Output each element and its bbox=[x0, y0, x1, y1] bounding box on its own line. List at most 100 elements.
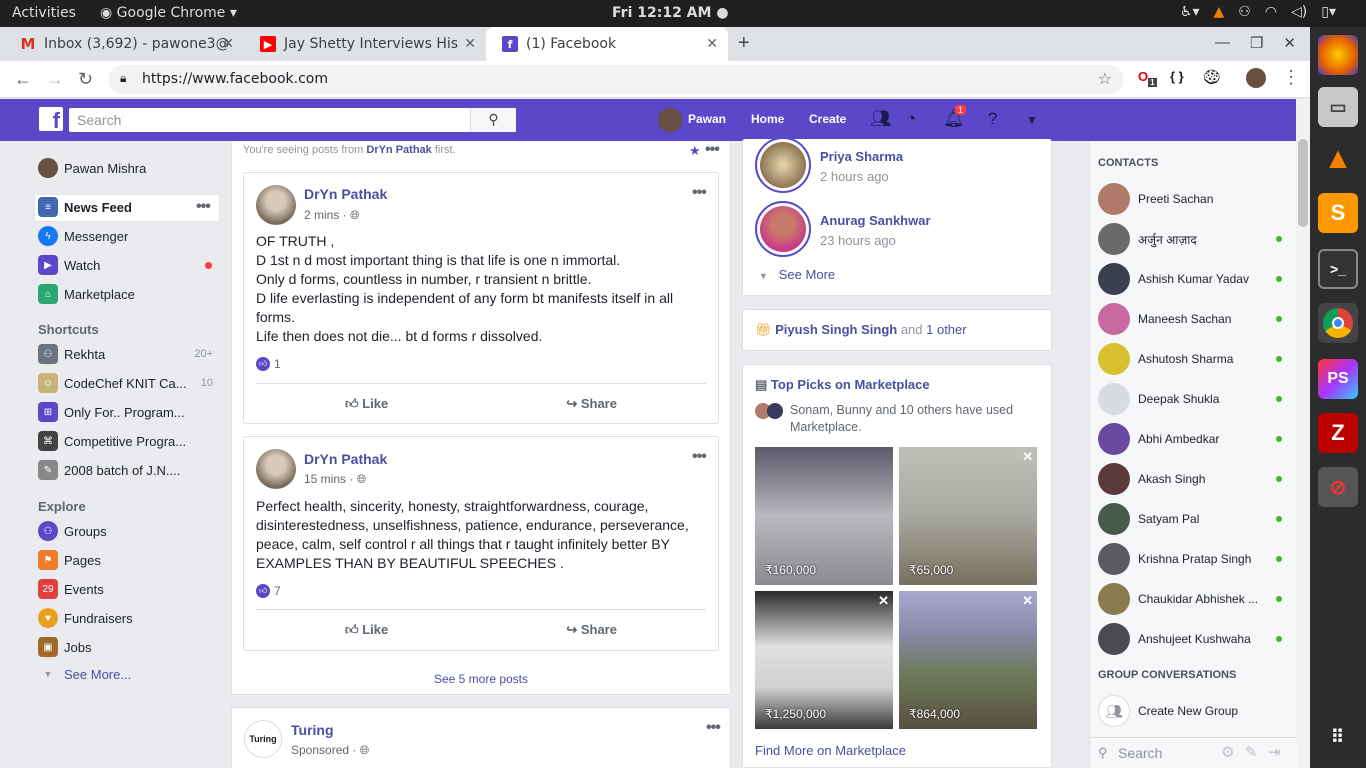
opera-ext-icon[interactable]: O1 bbox=[1138, 69, 1157, 87]
activities-button[interactable]: Activities bbox=[12, 5, 76, 21]
create-group-button[interactable]: 👥︎ Create New Group bbox=[1098, 695, 1288, 727]
system-tray[interactable]: ♿▾ ▲ ⚇ ◠ ◁) ▯▾ bbox=[1180, 4, 1336, 20]
marketplace-item[interactable]: ✕ ₹1,250,000 bbox=[755, 591, 893, 729]
contact-item[interactable]: Satyam Pal bbox=[1098, 503, 1288, 535]
new-tab-button[interactable]: + bbox=[738, 32, 750, 55]
reaction-count[interactable]: 👍︎ 7 bbox=[256, 584, 281, 598]
clock[interactable]: Fri 12:12 AM ● bbox=[612, 5, 729, 21]
like-button[interactable]: 👍︎ Like bbox=[345, 622, 388, 649]
post-author[interactable]: DrYn Pathak bbox=[304, 186, 387, 202]
see-more-posts-link[interactable]: See 5 more posts bbox=[231, 672, 731, 686]
messenger-icon[interactable]: ◔ bbox=[906, 109, 916, 129]
contact-item[interactable]: Maneesh Sachan bbox=[1098, 303, 1288, 335]
post-timestamp[interactable]: 2 mins · 🌐︎ bbox=[304, 208, 360, 223]
notice-name[interactable]: DrYn Pathak bbox=[366, 144, 431, 156]
account-menu-icon[interactable]: ▼ bbox=[1026, 113, 1038, 127]
contact-item[interactable]: Abhi Ambedkar bbox=[1098, 423, 1288, 455]
app-menu[interactable]: ◉ Google Chrome ▾ bbox=[100, 5, 237, 21]
chrome-dock-icon[interactable] bbox=[1318, 303, 1358, 343]
sublime-icon[interactable]: S bbox=[1318, 193, 1358, 233]
compose-icon[interactable]: ✎ bbox=[1245, 743, 1258, 761]
firefox-icon[interactable] bbox=[1318, 35, 1358, 75]
contact-item[interactable]: Krishna Pratap Singh bbox=[1098, 543, 1288, 575]
sidebar-profile[interactable]: Pawan Mishra bbox=[38, 157, 146, 179]
tab-facebook[interactable]: f (1) Facebook ✕ bbox=[486, 27, 728, 61]
birthday-notice[interactable]: 🎁︎ Piyush Singh Singh and 1 other bbox=[755, 322, 967, 338]
accessibility-icon[interactable]: ♿▾ bbox=[1180, 4, 1200, 20]
stories-see-more[interactable]: ▼ See More bbox=[759, 267, 835, 282]
story-author[interactable]: Priya Sharma bbox=[820, 149, 903, 164]
bookmark-star-icon[interactable]: ☆ bbox=[1098, 69, 1112, 88]
dismiss-icon[interactable]: ✕ bbox=[1022, 449, 1033, 465]
search-icon[interactable]: ⚲ bbox=[470, 108, 516, 132]
chrome-menu-icon[interactable]: ⋮ bbox=[1282, 67, 1300, 88]
story-ring[interactable] bbox=[755, 137, 811, 193]
profile-avatar[interactable] bbox=[1246, 68, 1266, 88]
settings-icon[interactable]: ⚙ bbox=[1221, 743, 1234, 761]
contact-item[interactable]: अर्जुन आज़ाद bbox=[1098, 223, 1288, 255]
story-author[interactable]: Anurag Sankhwar bbox=[820, 213, 931, 228]
shortcut-only-for-programmers[interactable]: ⊞ Only For.. Program... bbox=[38, 401, 185, 423]
page-scrollbar[interactable] bbox=[1296, 99, 1310, 768]
close-tab-icon[interactable]: ✕ bbox=[706, 36, 718, 52]
facebook-logo[interactable]: f bbox=[39, 107, 63, 133]
create-link[interactable]: Create bbox=[809, 112, 846, 126]
sponsor-name[interactable]: Turing bbox=[291, 722, 334, 738]
tab-gmail[interactable]: M Inbox (3,692) - pawone3@ ✕ bbox=[4, 27, 244, 61]
user-avatar[interactable] bbox=[658, 108, 682, 132]
address-bar[interactable]: 🔒︎ https://www.facebook.com ☆ bbox=[108, 65, 1124, 94]
marketplace-item[interactable]: ₹160,000 bbox=[755, 447, 893, 585]
profile-link[interactable]: Pawan bbox=[688, 112, 726, 126]
shortcut-competitive-programming[interactable]: ⌘ Competitive Progra... bbox=[38, 430, 186, 452]
wifi-icon[interactable]: ◠ bbox=[1265, 4, 1277, 20]
more-options-icon[interactable]: ••• bbox=[705, 141, 720, 159]
marketplace-title[interactable]: ▤ Top Picks on Marketplace bbox=[755, 377, 930, 393]
author-avatar[interactable] bbox=[256, 449, 296, 489]
explore-fundraisers[interactable]: ♥ Fundraisers bbox=[38, 607, 133, 629]
reaction-count[interactable]: 👍︎ 1 bbox=[256, 357, 281, 371]
birthday-name[interactable]: Piyush Singh Singh bbox=[775, 322, 897, 337]
notifications-icon[interactable]: 🔔︎ 1 bbox=[943, 105, 967, 129]
share-button[interactable]: ↪ Share bbox=[566, 396, 617, 423]
chat-search-input[interactable]: Search bbox=[1118, 745, 1162, 761]
vlc-icon[interactable]: ▲ bbox=[1318, 139, 1358, 179]
dismiss-icon[interactable]: ✕ bbox=[878, 593, 889, 609]
close-window-icon[interactable]: ✕ bbox=[1283, 34, 1296, 52]
more-options-icon[interactable]: ••• bbox=[196, 198, 211, 216]
contact-item[interactable]: Deepak Shukla bbox=[1098, 383, 1288, 415]
post-menu-icon[interactable]: ••• bbox=[692, 184, 707, 202]
marketplace-item[interactable]: ✕ ₹864,000 bbox=[899, 591, 1037, 729]
share-button[interactable]: ↪ Share bbox=[566, 622, 617, 649]
contact-item[interactable]: Ashish Kumar Yadav bbox=[1098, 263, 1288, 295]
volume-icon[interactable]: ◁) bbox=[1291, 4, 1307, 20]
phpstorm-icon[interactable]: PS bbox=[1318, 359, 1358, 399]
dismiss-icon[interactable]: ✕ bbox=[1022, 593, 1033, 609]
close-tab-icon[interactable]: ✕ bbox=[464, 36, 476, 52]
post-author[interactable]: DrYn Pathak bbox=[304, 451, 387, 467]
forward-button[interactable]: → bbox=[46, 69, 64, 90]
minimize-icon[interactable]: — bbox=[1215, 34, 1230, 52]
like-button[interactable]: 👍︎ Like bbox=[345, 396, 388, 423]
terminal-icon[interactable]: >_ bbox=[1318, 249, 1358, 289]
sidebar-item-news-feed[interactable]: ≡ News Feed bbox=[38, 196, 132, 218]
close-tab-icon[interactable]: ✕ bbox=[222, 36, 234, 52]
people-icon[interactable]: ⚇ bbox=[1238, 4, 1251, 20]
post-menu-icon[interactable]: ••• bbox=[706, 719, 721, 737]
see-first-star-icon[interactable]: ★ bbox=[689, 143, 701, 159]
contact-item[interactable]: Akash Singh bbox=[1098, 463, 1288, 495]
contact-item[interactable]: Chaukidar Abhishek ... bbox=[1098, 583, 1288, 615]
sponsored-label[interactable]: Sponsored · 🌐︎ bbox=[291, 743, 369, 758]
post-menu-icon[interactable]: ••• bbox=[692, 448, 707, 466]
friend-requests-icon[interactable]: 👥︎ bbox=[870, 109, 892, 129]
shortcut-2008-batch[interactable]: ✎ 2008 batch of J.N.... bbox=[38, 459, 180, 481]
scrollbar-thumb[interactable] bbox=[1298, 139, 1308, 227]
sidebar-item-watch[interactable]: ▶ Watch bbox=[38, 254, 100, 276]
filezilla-icon[interactable]: Z bbox=[1318, 413, 1358, 453]
files-icon[interactable]: ▭ bbox=[1318, 87, 1358, 127]
home-link[interactable]: Home bbox=[751, 112, 784, 126]
explore-pages[interactable]: ⚑ Pages bbox=[38, 549, 101, 571]
battery-icon[interactable]: ▯▾ bbox=[1321, 4, 1336, 20]
show-apps-icon[interactable]: ⠿ bbox=[1318, 717, 1358, 757]
explore-groups[interactable]: ⚇ Groups bbox=[38, 520, 107, 542]
explore-jobs[interactable]: ▣ Jobs bbox=[38, 636, 91, 658]
